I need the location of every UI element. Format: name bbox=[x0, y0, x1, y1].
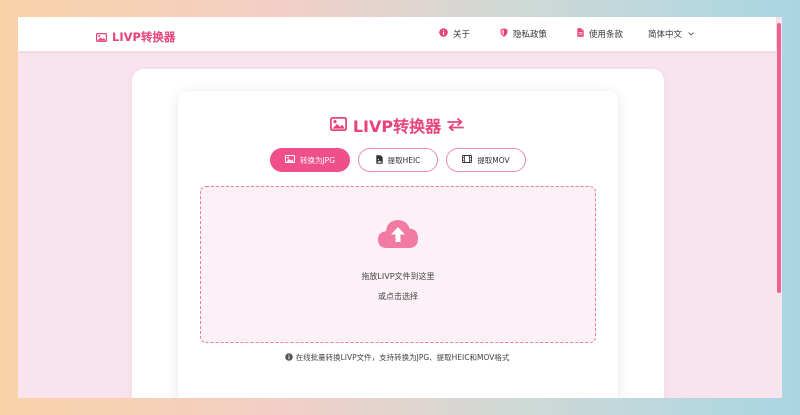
scrollbar-thumb[interactable] bbox=[777, 23, 781, 293]
tab-label: 提取HEIC bbox=[387, 155, 421, 165]
dropzone-secondary-text: 或点击选择 bbox=[378, 292, 418, 301]
navbar: LIVP转换器 关于 隐私政策 使用条款 简体中文 bbox=[18, 17, 776, 51]
exchange-arrows-icon bbox=[447, 116, 465, 135]
cloud-upload-icon bbox=[377, 217, 419, 253]
dropzone-primary-text: 拖放LIVP文件到这里 bbox=[361, 272, 435, 281]
info-icon bbox=[439, 28, 448, 40]
nav-link-terms[interactable]: 使用条款 bbox=[577, 28, 623, 40]
shield-icon bbox=[500, 28, 508, 40]
tab-label: 转换为JPG bbox=[299, 155, 336, 165]
browser-viewport: LIVP转换器 关于 隐私政策 使用条款 简体中文 LIVP转换器 转换为JPG… bbox=[18, 17, 782, 398]
nav-link-label: 使用条款 bbox=[589, 30, 624, 40]
scrollbar-track[interactable] bbox=[776, 17, 782, 398]
footnote-text: 在线批量转换LIVP文件，支持转换为JPG、提取HEIC和MOV格式 bbox=[295, 353, 510, 362]
brand-name: LIVP转换器 bbox=[112, 29, 176, 44]
conversion-tabs: 转换为JPG 提取HEIC 提取MOV bbox=[270, 148, 526, 172]
tab-extract-heic[interactable]: 提取HEIC bbox=[358, 148, 438, 172]
tab-label: 提取MOV bbox=[477, 155, 510, 165]
chevron-down-icon bbox=[688, 29, 694, 39]
image-icon bbox=[329, 116, 347, 135]
nav-link-privacy[interactable]: 隐私政策 bbox=[500, 28, 547, 40]
tab-extract-mov[interactable]: 提取MOV bbox=[446, 148, 526, 172]
file-dropzone[interactable]: 拖放LIVP文件到这里 或点击选择 bbox=[200, 186, 596, 343]
brand-logo-link[interactable]: LIVP转换器 bbox=[96, 27, 175, 46]
document-icon bbox=[577, 28, 584, 40]
nav-link-label: 关于 bbox=[453, 30, 471, 40]
file-image-icon bbox=[375, 154, 383, 166]
tab-convert-jpg[interactable]: 转换为JPG bbox=[270, 148, 350, 172]
film-icon bbox=[462, 155, 473, 165]
page-title: LIVP转换器 bbox=[18, 113, 776, 137]
page-title-text: LIVP转换器 bbox=[352, 117, 442, 136]
image-icon bbox=[96, 27, 108, 46]
info-icon bbox=[284, 352, 293, 363]
image-icon bbox=[284, 155, 295, 165]
nav-link-about[interactable]: 关于 bbox=[439, 28, 470, 40]
language-label: 简体中文 bbox=[648, 30, 683, 40]
nav-link-label: 隐私政策 bbox=[513, 30, 548, 40]
info-footnote: 在线批量转换LIVP文件，支持转换为JPG、提取HEIC和MOV格式 bbox=[18, 352, 776, 363]
language-selector[interactable]: 简体中文 bbox=[648, 17, 694, 51]
nav-links: 关于 隐私政策 使用条款 bbox=[439, 17, 623, 51]
